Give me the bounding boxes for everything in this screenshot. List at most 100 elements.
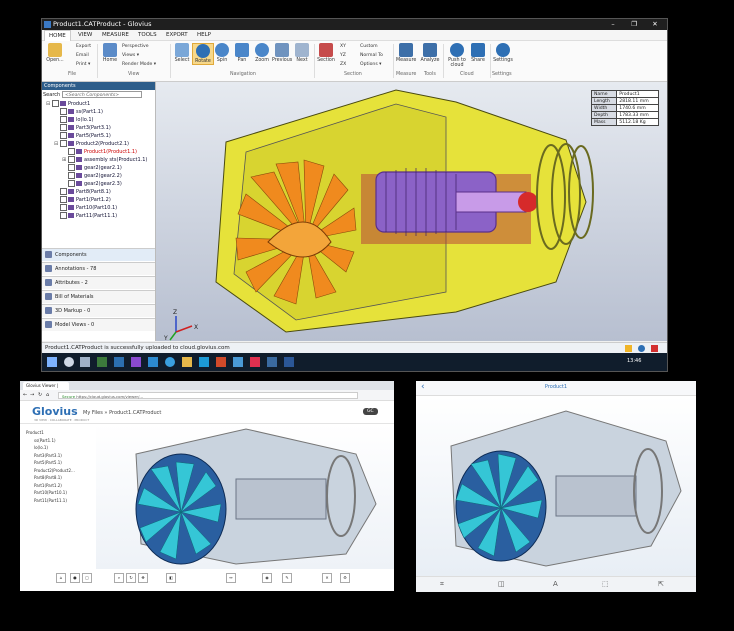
tree-item[interactable]: ⊞ assembly sts(Product1.1)	[62, 156, 147, 164]
visibility-checkbox[interactable]	[60, 204, 67, 211]
visibility-checkbox[interactable]	[68, 156, 75, 163]
tree-item[interactable]: Part1(Part1.2)	[54, 196, 111, 204]
search-icon[interactable]	[64, 357, 74, 367]
maximize-button[interactable]: ❐	[623, 19, 645, 30]
browser-tab[interactable]: Glovius Viewer | Glovius	[23, 382, 69, 396]
3d-markup-button[interactable]: 3D Markup - 0	[42, 304, 155, 317]
zx-plane-button[interactable]: ZX	[340, 62, 346, 67]
web-tree-item[interactable]: Part11(Part11.1)	[34, 498, 67, 503]
section-options-dropdown[interactable]: Options ▾	[360, 62, 382, 67]
web-tree-item[interactable]: Part8(Part8.1)	[34, 475, 62, 480]
share-icon[interactable]: ⇱	[658, 580, 664, 588]
normal-to-button[interactable]: Normal To	[360, 53, 383, 58]
visibility-checkbox[interactable]	[52, 100, 59, 107]
perspective-button[interactable]: Perspective	[122, 44, 149, 49]
web-tree-item[interactable]: Part5(Part5.1)	[34, 460, 62, 465]
views-icon[interactable]: ⬚	[602, 580, 609, 588]
component-search-input[interactable]: <Search Components>	[62, 91, 142, 98]
app-icon[interactable]	[97, 357, 107, 367]
visibility-checkbox[interactable]	[60, 132, 67, 139]
tree-item[interactable]: gear2(gear2.2)	[62, 172, 122, 180]
app-icon[interactable]	[250, 357, 260, 367]
app-icon[interactable]	[216, 357, 226, 367]
app-icon[interactable]	[284, 357, 294, 367]
3d-viewport[interactable]: Z X Y Name Product1 Length 2818.11 mm Width 1…	[156, 82, 667, 341]
render-icon[interactable]: ●	[70, 573, 80, 583]
tree-item[interactable]: Product1(Product1.1)	[62, 148, 137, 156]
rotate-button[interactable]: Rotate	[192, 43, 214, 65]
web-tree-item[interactable]: Part10(Part10.1)	[34, 490, 67, 495]
section-button[interactable]: Section	[316, 43, 336, 63]
error-icon[interactable]	[651, 345, 658, 352]
visibility-checkbox[interactable]	[60, 140, 67, 147]
visibility-checkbox[interactable]	[68, 148, 75, 155]
share-button[interactable]: Share	[468, 43, 488, 63]
back-icon[interactable]: ←	[23, 392, 27, 398]
app-icon[interactable]	[199, 357, 209, 367]
web-tree-item[interactable]: Product1	[26, 430, 44, 435]
select-button[interactable]: Select	[172, 43, 192, 63]
visibility-checkbox[interactable]	[60, 196, 67, 203]
annotation-icon[interactable]: A	[553, 580, 558, 588]
taskbar-clock[interactable]: 13:46	[627, 358, 641, 364]
web-tree-item[interactable]: lo(lo.1)	[34, 445, 48, 450]
annotations-button[interactable]: Annotations - 78	[42, 262, 155, 275]
web-3d-viewport[interactable]	[96, 424, 394, 569]
web-tree-item[interactable]: ss(Part1.1)	[34, 438, 56, 443]
next-button[interactable]: Next	[292, 43, 312, 63]
xy-plane-button[interactable]: XY	[340, 44, 346, 49]
components-button[interactable]: Components	[42, 248, 155, 261]
visibility-checkbox[interactable]	[60, 212, 67, 219]
forward-icon[interactable]: →	[30, 392, 34, 398]
tree-item[interactable]: Part11(Part11.1)	[54, 212, 117, 220]
visibility-checkbox[interactable]	[60, 116, 67, 123]
reload-icon[interactable]: ↻	[38, 392, 42, 398]
home-button[interactable]: Home	[100, 43, 120, 63]
user-avatar[interactable]: GC	[363, 408, 378, 415]
tree-item[interactable]: Part3(Part3.1)	[54, 124, 111, 132]
section-icon[interactable]: ⌗	[440, 580, 444, 589]
address-bar[interactable]: Secure https://cloud.glovius.com/viewer/…	[58, 392, 358, 399]
help-icon[interactable]	[638, 345, 645, 352]
pan-icon[interactable]: ✥	[138, 573, 148, 583]
spin-button[interactable]: Spin	[212, 43, 232, 63]
tree-item[interactable]: ss(Part1.1)	[54, 108, 103, 116]
camera-icon[interactable]: ◉	[262, 573, 272, 583]
tree-item[interactable]: Part8(Part8.1)	[54, 188, 111, 196]
home-icon[interactable]: ⌂	[46, 392, 49, 398]
minimize-button[interactable]: –	[602, 19, 624, 30]
tree-item[interactable]: ⊟ Product2(Product2.1)	[54, 140, 129, 148]
app-icon[interactable]	[233, 357, 243, 367]
visibility-checkbox[interactable]	[68, 164, 75, 171]
views-icon[interactable]: ▢	[82, 573, 92, 583]
task-view-icon[interactable]	[80, 357, 90, 367]
visibility-checkbox[interactable]	[60, 124, 67, 131]
tab-home[interactable]: HOME	[44, 30, 71, 41]
bill-of-materials-button[interactable]: Bill of Materials	[42, 290, 155, 303]
measure-icon[interactable]: ↔	[226, 573, 236, 583]
visibility-checkbox[interactable]	[60, 188, 67, 195]
breadcrumb[interactable]: My Files » Product1.CATProduct	[83, 410, 161, 416]
tree-item[interactable]: gear2(gear2.3)	[62, 180, 122, 188]
visibility-checkbox[interactable]	[68, 180, 75, 187]
tablet-3d-viewport[interactable]	[416, 396, 696, 576]
start-icon[interactable]	[47, 357, 57, 367]
rotate-icon[interactable]: ↻	[126, 573, 136, 583]
render-mode-dropdown[interactable]: Render Mode ▾	[122, 62, 156, 67]
settings-button[interactable]: Settings	[492, 43, 514, 63]
folder-icon[interactable]	[182, 357, 192, 367]
custom-section-button[interactable]: Custom	[360, 44, 378, 49]
tree-item[interactable]: gear2(gear2.1)	[62, 164, 122, 172]
views-dropdown[interactable]: Views ▾	[122, 53, 139, 58]
glovius-logo[interactable]: Glovius	[32, 405, 78, 418]
model-views-button[interactable]: Model Views - 0	[42, 318, 155, 331]
tab-view[interactable]: VIEW	[74, 30, 96, 40]
open-button[interactable]: Open...	[45, 43, 65, 63]
app-icon[interactable]	[131, 357, 141, 367]
zoom-button[interactable]: Zoom	[252, 43, 272, 63]
tree-item[interactable]: Part5(Part5.1)	[54, 132, 111, 140]
visibility-checkbox[interactable]	[68, 172, 75, 179]
tab-export[interactable]: EXPORT	[162, 30, 192, 40]
components-icon[interactable]: ◫	[498, 580, 505, 588]
markup-icon[interactable]: ✎	[282, 573, 292, 583]
